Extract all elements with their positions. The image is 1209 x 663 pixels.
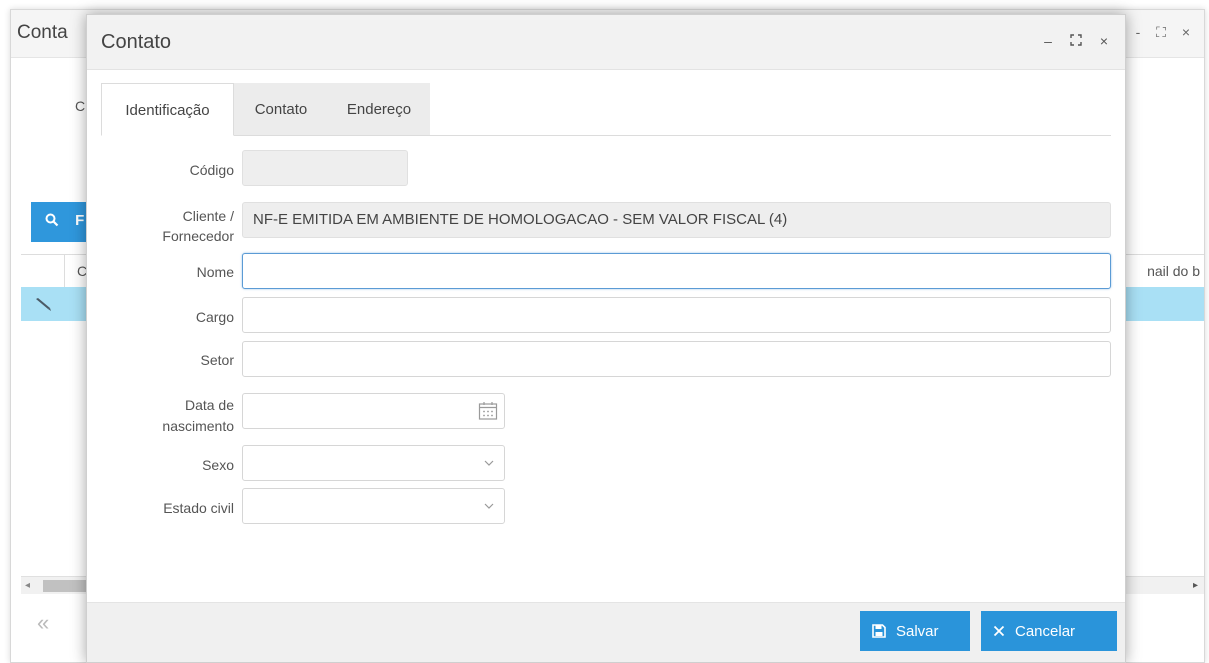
dialog-title: Contato: [101, 31, 172, 53]
maximize-icon[interactable]: [1069, 33, 1083, 49]
close-icon[interactable]: ×: [1097, 33, 1111, 49]
codigo-label: Código: [189, 162, 234, 178]
cliente-fornecedor-field[interactable]: NF-E EMITIDA EM AMBIENTE DE HOMOLOGACAO …: [242, 202, 1111, 238]
pencil-icon[interactable]: [33, 295, 55, 313]
dialog-footer: Salvar Cancelar: [87, 602, 1125, 662]
cliente-label-line2: Fornecedor: [162, 228, 234, 244]
cliente-fornecedor-value: NF-E EMITIDA EM AMBIENTE DE HOMOLOGACAO …: [253, 211, 788, 228]
data-nascimento-input[interactable]: [242, 393, 505, 429]
save-button[interactable]: Salvar: [860, 611, 970, 651]
background-window-title: Conta: [17, 22, 68, 43]
grid-header-email-column[interactable]: nail do b: [1147, 263, 1200, 279]
cargo-input[interactable]: [242, 297, 1111, 333]
search-icon: [45, 213, 59, 227]
dialog-window-controls: – ×: [1041, 33, 1111, 49]
scroll-left-arrow-icon[interactable]: ◂: [25, 580, 30, 591]
chevron-down-icon: [484, 503, 494, 509]
grid-header-select-column: [21, 255, 65, 289]
estado-civil-select[interactable]: [242, 488, 505, 524]
estado-civil-label: Estado civil: [163, 500, 234, 516]
pager-first-icon[interactable]: «: [37, 610, 49, 636]
tab-identificacao[interactable]: Identificação: [101, 83, 234, 136]
cargo-label: Cargo: [195, 309, 234, 325]
background-window-controls[interactable]: - ⛶ ×: [1136, 24, 1196, 41]
cancel-button[interactable]: Cancelar: [981, 611, 1117, 651]
cliente-label-line1: Cliente /: [182, 208, 234, 224]
codigo-field[interactable]: [242, 150, 408, 186]
tab-contato[interactable]: Contato: [234, 83, 328, 136]
nome-label: Nome: [196, 264, 234, 280]
data-nascimento-label-line2: nascimento: [162, 418, 234, 434]
sexo-select[interactable]: [242, 445, 505, 481]
nome-input[interactable]: [242, 253, 1111, 289]
save-icon: [872, 624, 886, 638]
tab-endereco[interactable]: Endereço: [328, 83, 430, 136]
scroll-right-arrow-icon[interactable]: ▸: [1193, 580, 1198, 591]
close-icon: [993, 625, 1005, 637]
dialog-header: Contato – ×: [87, 15, 1125, 70]
setor-label: Setor: [200, 352, 234, 368]
minimize-icon[interactable]: –: [1041, 33, 1055, 49]
background-search-button-label: F: [75, 212, 85, 229]
sexo-label: Sexo: [202, 457, 234, 473]
tab-bar: Identificação Contato Endereço: [101, 83, 1111, 136]
save-button-label: Salvar: [896, 622, 939, 640]
calendar-icon[interactable]: [478, 401, 498, 421]
data-nascimento-label-line1: Data de: [184, 397, 234, 413]
contato-dialog: Contato – × Identificação Contato Endere…: [86, 14, 1126, 663]
chevron-down-icon: [484, 460, 494, 466]
cancel-button-label: Cancelar: [1015, 622, 1076, 640]
setor-input[interactable]: [242, 341, 1111, 377]
